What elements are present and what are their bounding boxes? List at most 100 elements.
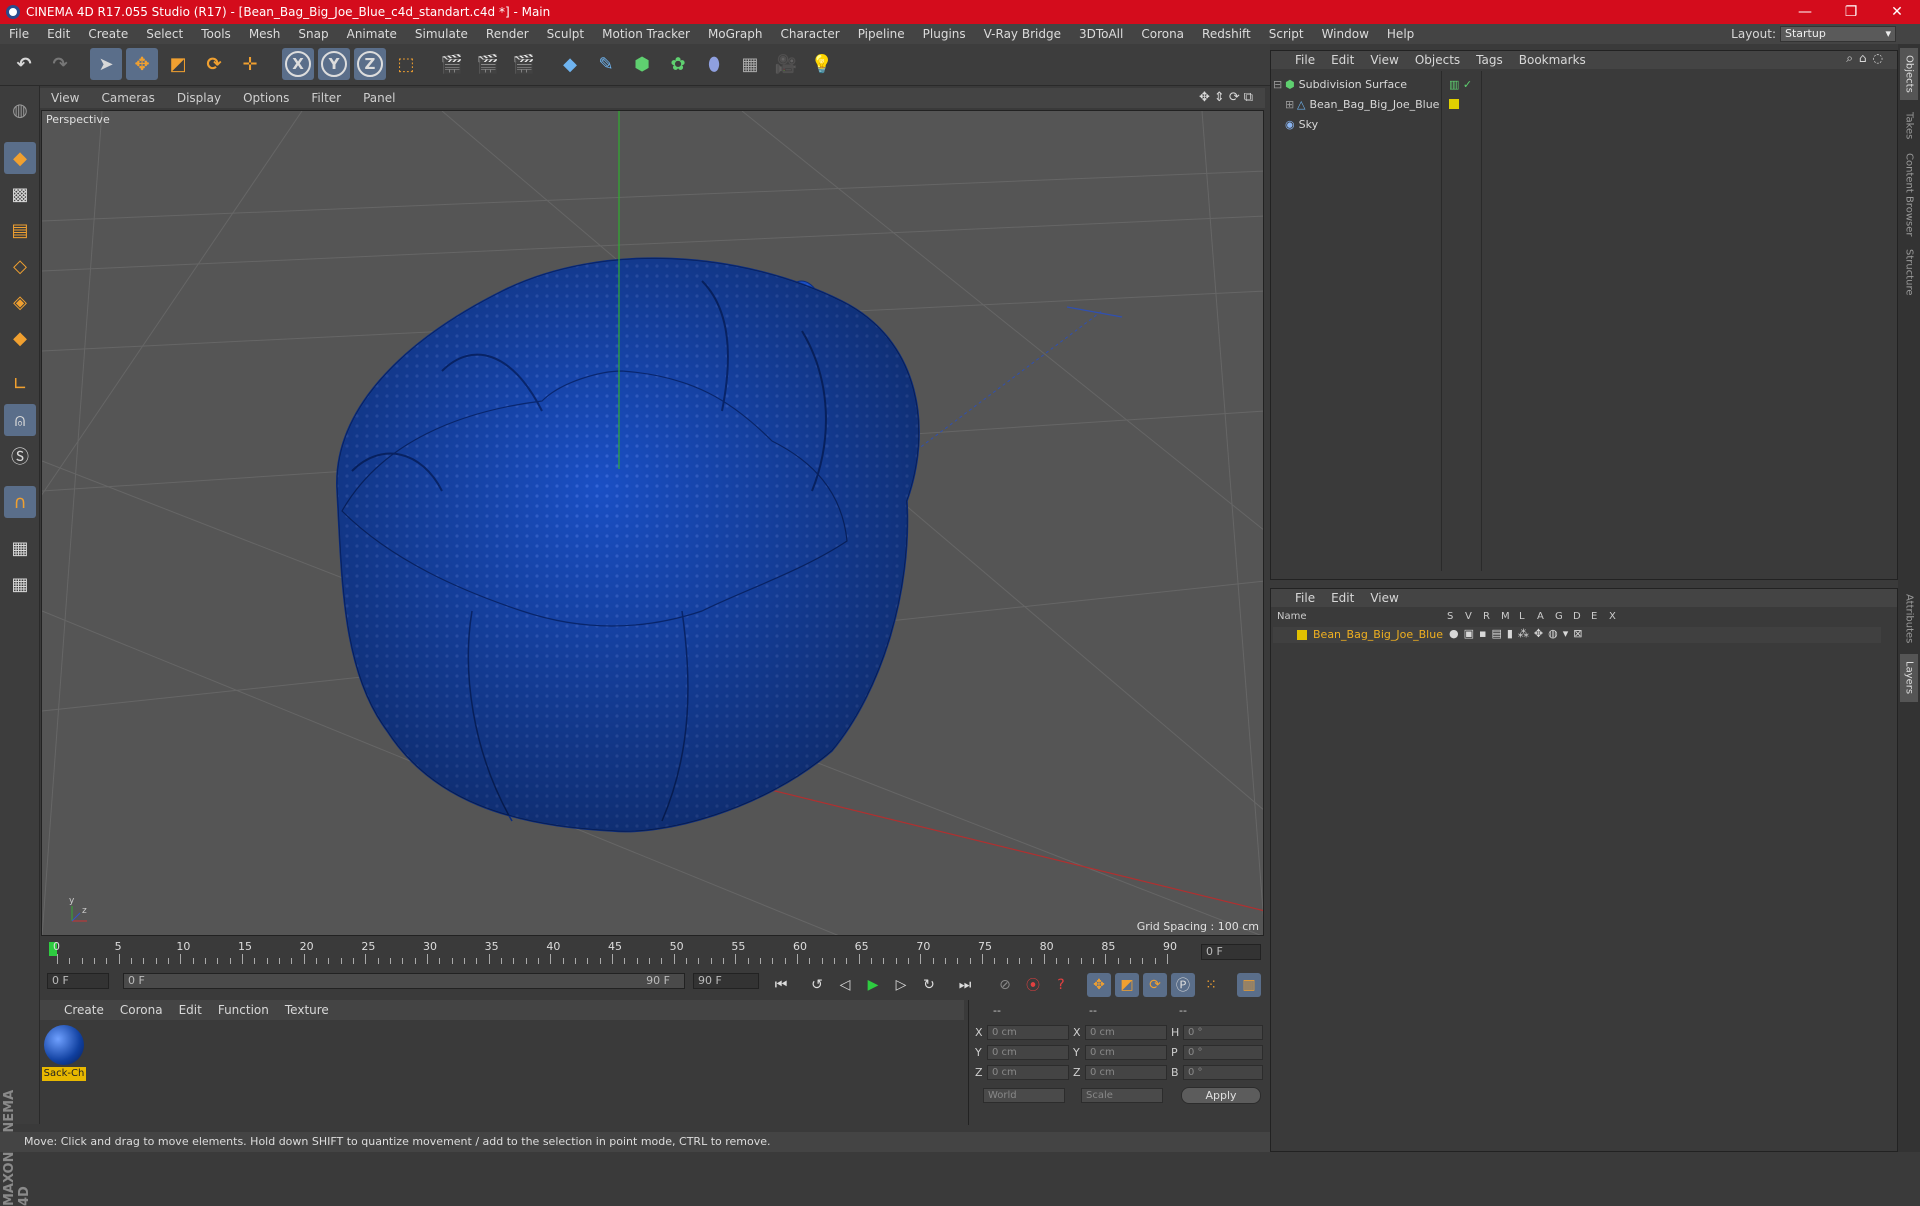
x-axis-button[interactable]: X <box>282 48 314 80</box>
material-menu-texture[interactable]: Texture <box>277 1003 337 1017</box>
next-key-button[interactable]: ↻ <box>917 973 941 997</box>
tab-attributes[interactable]: Attributes <box>1900 588 1918 650</box>
viewport-menu-view[interactable]: View <box>40 91 90 105</box>
minimize-button[interactable]: — <box>1782 0 1828 24</box>
camera-button[interactable]: 🎥 <box>770 48 802 80</box>
layout-dropdown[interactable]: Startup ▾ <box>1780 26 1896 42</box>
make-editable-button[interactable]: ◍ <box>4 94 36 126</box>
solo-button[interactable]: Ⓢ <box>4 440 36 472</box>
coordinate-mode-dropdown[interactable]: World <box>983 1088 1065 1103</box>
position-y-field[interactable]: 0 cm <box>987 1045 1069 1060</box>
snap-button[interactable]: ∩ <box>4 486 36 518</box>
menu-motion-tracker[interactable]: Motion Tracker <box>593 27 699 41</box>
rotation-h-field[interactable]: 0 ° <box>1183 1025 1263 1040</box>
timeline-ruler[interactable]: 0 5 10 15 20 25 30 35 40 45 50 55 60 65 70 75 80 85 90 0 F <box>41 938 1266 970</box>
menu-window[interactable]: Window <box>1313 27 1378 41</box>
tab-layers[interactable]: Layers <box>1900 654 1918 702</box>
workplane-align-button[interactable]: ▦ <box>4 568 36 600</box>
y-axis-button[interactable]: Y <box>318 48 350 80</box>
floor-button[interactable]: ▦ <box>734 48 766 80</box>
menu-redshift[interactable]: Redshift <box>1193 27 1260 41</box>
viewport-menu-panel[interactable]: Panel <box>352 91 406 105</box>
object-manager-search-icons[interactable]: ⌕⌂◌ <box>1846 51 1889 66</box>
menu-render[interactable]: Render <box>477 27 538 41</box>
expand-icon[interactable]: ⊞ <box>1285 98 1297 111</box>
tab-takes[interactable]: Takes <box>1900 104 1918 148</box>
size-z-field[interactable]: 0 cm <box>1085 1065 1167 1080</box>
key-scale-button[interactable]: ◩ <box>1115 973 1139 997</box>
menu-pipeline[interactable]: Pipeline <box>849 27 914 41</box>
material-swatch[interactable]: Sack-Ch <box>42 1023 86 1081</box>
tab-objects[interactable]: Objects <box>1900 48 1918 100</box>
undo-button[interactable]: ↶ <box>8 48 40 80</box>
menu-tools[interactable]: Tools <box>192 27 240 41</box>
menu-file[interactable]: File <box>0 27 38 41</box>
key-parameter-button[interactable]: Ⓟ <box>1171 973 1195 997</box>
key-pla-button[interactable]: ⁙ <box>1199 973 1223 997</box>
obj-menu-file[interactable]: File <box>1287 53 1323 67</box>
move-tool-button[interactable]: ✥ <box>126 48 158 80</box>
rotation-p-field[interactable]: 0 ° <box>1183 1045 1263 1060</box>
live-selection-button[interactable]: ➤ <box>90 48 122 80</box>
deformer-button[interactable]: ⬮ <box>698 48 730 80</box>
material-menu-edit[interactable]: Edit <box>171 1003 210 1017</box>
array-button[interactable]: ✿ <box>662 48 694 80</box>
menu-edit[interactable]: Edit <box>38 27 79 41</box>
record-active-button[interactable]: ⦿ <box>1021 973 1045 997</box>
coordinate-system-button[interactable]: ⬚ <box>390 48 422 80</box>
3d-viewport[interactable]: y z Perspective Grid Spacing : 100 cm <box>41 110 1264 936</box>
viewport-menu-options[interactable]: Options <box>232 91 300 105</box>
texture-mode-button[interactable]: ▩ <box>4 178 36 210</box>
obj-menu-tags[interactable]: Tags <box>1468 53 1511 67</box>
viewport-menu-cameras[interactable]: Cameras <box>90 91 165 105</box>
layer-toggle-icons[interactable]: ●▣▪▤▮⁂✥◍▾⊠ <box>1449 627 1587 640</box>
axis-mode-button[interactable]: ∟ <box>4 368 36 400</box>
previous-key-button[interactable]: ↺ <box>805 973 829 997</box>
menu-3dtoall[interactable]: 3DToAll <box>1070 27 1132 41</box>
go-to-end-button[interactable]: ⏭ <box>953 973 977 997</box>
layer-color-swatch[interactable] <box>1297 630 1307 640</box>
menu-plugins[interactable]: Plugins <box>914 27 975 41</box>
menu-mesh[interactable]: Mesh <box>240 27 290 41</box>
go-to-start-button[interactable]: ⏮ <box>769 973 793 997</box>
pen-spline-button[interactable]: ✎ <box>590 48 622 80</box>
render-picture-viewer-button[interactable]: 🎬 <box>472 48 504 80</box>
rotation-b-field[interactable]: 0 ° <box>1183 1065 1263 1080</box>
apply-button[interactable]: Apply <box>1181 1087 1261 1104</box>
key-position-button[interactable]: ✥ <box>1087 973 1111 997</box>
transform-tool-button[interactable]: ✛ <box>234 48 266 80</box>
record-keys-button[interactable]: ⊘ <box>993 973 1017 997</box>
viewport-menu-filter[interactable]: Filter <box>300 91 352 105</box>
menu-select[interactable]: Select <box>137 27 192 41</box>
rotate-tool-button[interactable]: ⟳ <box>198 48 230 80</box>
points-mode-button[interactable]: ◇ <box>4 250 36 282</box>
model-mode-button[interactable]: ◆ <box>4 142 36 174</box>
menu-mograph[interactable]: MoGraph <box>699 27 772 41</box>
menu-snap[interactable]: Snap <box>289 27 337 41</box>
viewport-nav-icons[interactable]: ✥⇕⟳⧉ <box>1199 90 1257 105</box>
size-y-field[interactable]: 0 cm <box>1085 1045 1167 1060</box>
close-button[interactable]: ✕ <box>1874 0 1920 24</box>
obj-menu-edit[interactable]: Edit <box>1323 53 1362 67</box>
cube-primitive-button[interactable]: ◆ <box>554 48 586 80</box>
scale-tool-button[interactable]: ◩ <box>162 48 194 80</box>
timeline-window-button[interactable]: ▥ <box>1237 973 1261 997</box>
polygons-mode-button[interactable]: ◆ <box>4 322 36 354</box>
render-settings-button[interactable]: 🎬 <box>508 48 540 80</box>
viewport-menu-display[interactable]: Display <box>166 91 232 105</box>
menu-corona[interactable]: Corona <box>1132 27 1193 41</box>
tab-structure[interactable]: Structure <box>1900 242 1918 302</box>
size-x-field[interactable]: 0 cm <box>1085 1025 1167 1040</box>
key-rotation-button[interactable]: ⟳ <box>1143 973 1167 997</box>
menu-character[interactable]: Character <box>771 27 848 41</box>
material-menu-create[interactable]: Create <box>56 1003 112 1017</box>
maximize-button[interactable]: ❐ <box>1828 0 1874 24</box>
position-x-field[interactable]: 0 cm <box>987 1025 1069 1040</box>
material-menu-function[interactable]: Function <box>210 1003 277 1017</box>
autokey-button[interactable]: ? <box>1049 973 1073 997</box>
position-z-field[interactable]: 0 cm <box>987 1065 1069 1080</box>
menu-sculpt[interactable]: Sculpt <box>538 27 593 41</box>
start-frame-field[interactable]: 0 F <box>47 973 109 989</box>
range-slider[interactable]: 0 F 90 F <box>123 973 685 989</box>
workplane-lock-button[interactable]: ▦ <box>4 532 36 564</box>
